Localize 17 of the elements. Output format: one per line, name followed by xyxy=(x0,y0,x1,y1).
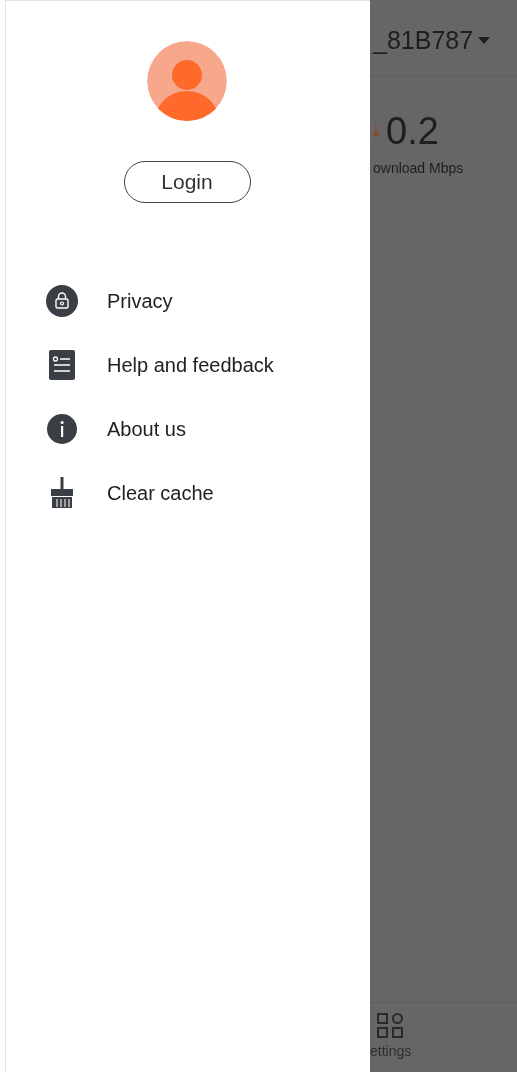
brush-icon xyxy=(51,477,73,509)
download-speed: 0.2 xyxy=(386,112,439,150)
caret-icon xyxy=(478,36,491,45)
info-icon xyxy=(47,414,77,444)
menu-item[interactable]: Clear cache xyxy=(6,461,370,525)
network-name: _81B787 xyxy=(373,24,474,56)
download-label: ownload Mbps xyxy=(373,159,465,178)
arrow-down-icon xyxy=(372,125,380,137)
menu-item[interactable]: Privacy xyxy=(6,269,370,333)
list-icon xyxy=(49,350,75,380)
tab-label: ettings xyxy=(370,1042,412,1061)
lock-icon xyxy=(46,285,78,317)
avatar-icon xyxy=(147,41,227,121)
menu-item[interactable]: Help and feedback xyxy=(6,333,370,397)
login-button[interactable]: Login xyxy=(123,161,251,203)
grid-icon xyxy=(377,1013,403,1039)
menu-item[interactable]: About us xyxy=(6,397,370,461)
